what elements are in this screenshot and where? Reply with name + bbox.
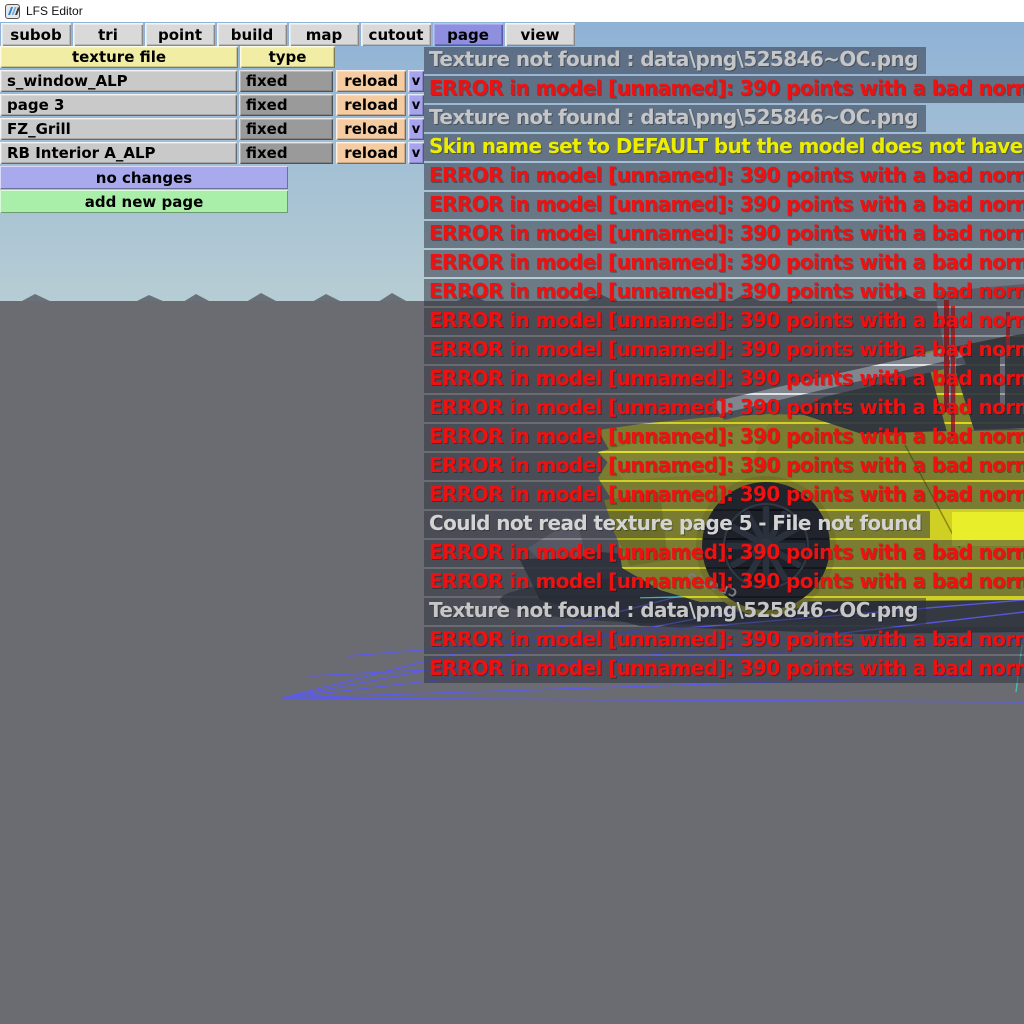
tab-label: build (230, 25, 274, 44)
console-line: ERROR in model [unnamed]: 390 points wit… (424, 337, 1024, 366)
window-title: LFS Editor (26, 4, 83, 18)
reload-button[interactable]: reload (336, 70, 407, 92)
tab-bar: subob tri point build map cutout page view (1, 23, 575, 46)
console-log: Texture not found : data\png\525846~OC.p… (424, 47, 1024, 687)
console-line: ERROR in model [unnamed]: 390 points wit… (424, 627, 1024, 656)
title-bar: LFS Editor (0, 0, 1024, 22)
console-line: ERROR in model [unnamed]: 390 points wit… (424, 540, 1024, 569)
console-line: Texture not found : data\png\525846~OC.p… (424, 105, 1024, 134)
table-row: page 3 fixed reload v (0, 94, 424, 116)
table-row: RB Interior A_ALP fixed reload v (0, 142, 424, 164)
console-line: ERROR in model [unnamed]: 390 points wit… (424, 192, 1024, 221)
type-header: type (240, 46, 335, 68)
add-new-page-button[interactable]: add new page (0, 190, 288, 213)
reload-button[interactable]: reload (336, 118, 407, 140)
texture-file-cell[interactable]: page 3 (0, 94, 237, 116)
dropdown-button[interactable]: v (408, 70, 424, 92)
tab-label: map (305, 25, 343, 44)
no-changes-button[interactable]: no changes (0, 166, 288, 189)
console-line: ERROR in model [unnamed]: 390 points wit… (424, 250, 1024, 279)
table-row: FZ_Grill fixed reload v (0, 118, 424, 140)
tab-tri[interactable]: tri (73, 23, 143, 46)
console-line: ERROR in model [unnamed]: 390 points wit… (424, 395, 1024, 424)
console-line: ERROR in model [unnamed]: 390 points wit… (424, 424, 1024, 453)
type-cell[interactable]: fixed (238, 94, 334, 116)
texture-file-cell[interactable]: RB Interior A_ALP (0, 142, 237, 164)
tab-page[interactable]: page (433, 23, 503, 46)
dropdown-button[interactable]: v (408, 118, 424, 140)
tab-label: subob (10, 25, 62, 44)
console-line: ERROR in model [unnamed]: 390 points wit… (424, 76, 1024, 105)
reload-button[interactable]: reload (336, 142, 407, 164)
table-header-row: texture file type (0, 46, 424, 68)
console-line: ERROR in model [unnamed]: 390 points wit… (424, 221, 1024, 250)
texture-file-header: texture file (0, 46, 238, 68)
console-line: ERROR in model [unnamed]: 390 points wit… (424, 453, 1024, 482)
dropdown-button[interactable]: v (408, 142, 424, 164)
app-icon (5, 3, 20, 19)
reload-button[interactable]: reload (336, 94, 407, 116)
tab-view[interactable]: view (505, 23, 575, 46)
console-line: ERROR in model [unnamed]: 390 points wit… (424, 163, 1024, 192)
console-line: Texture not found : data\png\525846~OC.p… (424, 598, 1024, 627)
tab-subob[interactable]: subob (1, 23, 71, 46)
console-line: Texture not found : data\png\525846~OC.p… (424, 47, 1024, 76)
console-line: ERROR in model [unnamed]: 390 points wit… (424, 656, 1024, 685)
console-line: ERROR in model [unnamed]: 390 points wit… (424, 366, 1024, 395)
tab-label: cutout (368, 25, 424, 44)
tab-label: view (520, 25, 560, 44)
tab-label: point (157, 25, 203, 44)
tab-map[interactable]: map (289, 23, 359, 46)
dropdown-button[interactable]: v (408, 94, 424, 116)
console-line: ERROR in model [unnamed]: 390 points wit… (424, 308, 1024, 337)
texture-page-panel: texture file type s_window_ALP fixed rel… (0, 46, 424, 214)
tab-label: page (447, 25, 489, 44)
type-cell[interactable]: fixed (238, 70, 334, 92)
console-line: ERROR in model [unnamed]: 390 points wit… (424, 279, 1024, 308)
console-line: Could not read texture page 5 - File not… (424, 511, 1024, 540)
type-cell[interactable]: fixed (238, 118, 334, 140)
type-cell[interactable]: fixed (238, 142, 334, 164)
texture-rows: s_window_ALP fixed reload v page 3 fixed… (0, 70, 424, 164)
tab-cutout[interactable]: cutout (361, 23, 431, 46)
table-row: s_window_ALP fixed reload v (0, 70, 424, 92)
console-line: ERROR in model [unnamed]: 390 points wit… (424, 569, 1024, 598)
texture-file-cell[interactable]: FZ_Grill (0, 118, 237, 140)
texture-file-cell[interactable]: s_window_ALP (0, 70, 237, 92)
tab-build[interactable]: build (217, 23, 287, 46)
tab-label: tri (98, 25, 118, 44)
tab-point[interactable]: point (145, 23, 215, 46)
console-line: Skin name set to DEFAULT but the model d… (424, 134, 1024, 163)
console-line: ERROR in model [unnamed]: 390 points wit… (424, 482, 1024, 511)
